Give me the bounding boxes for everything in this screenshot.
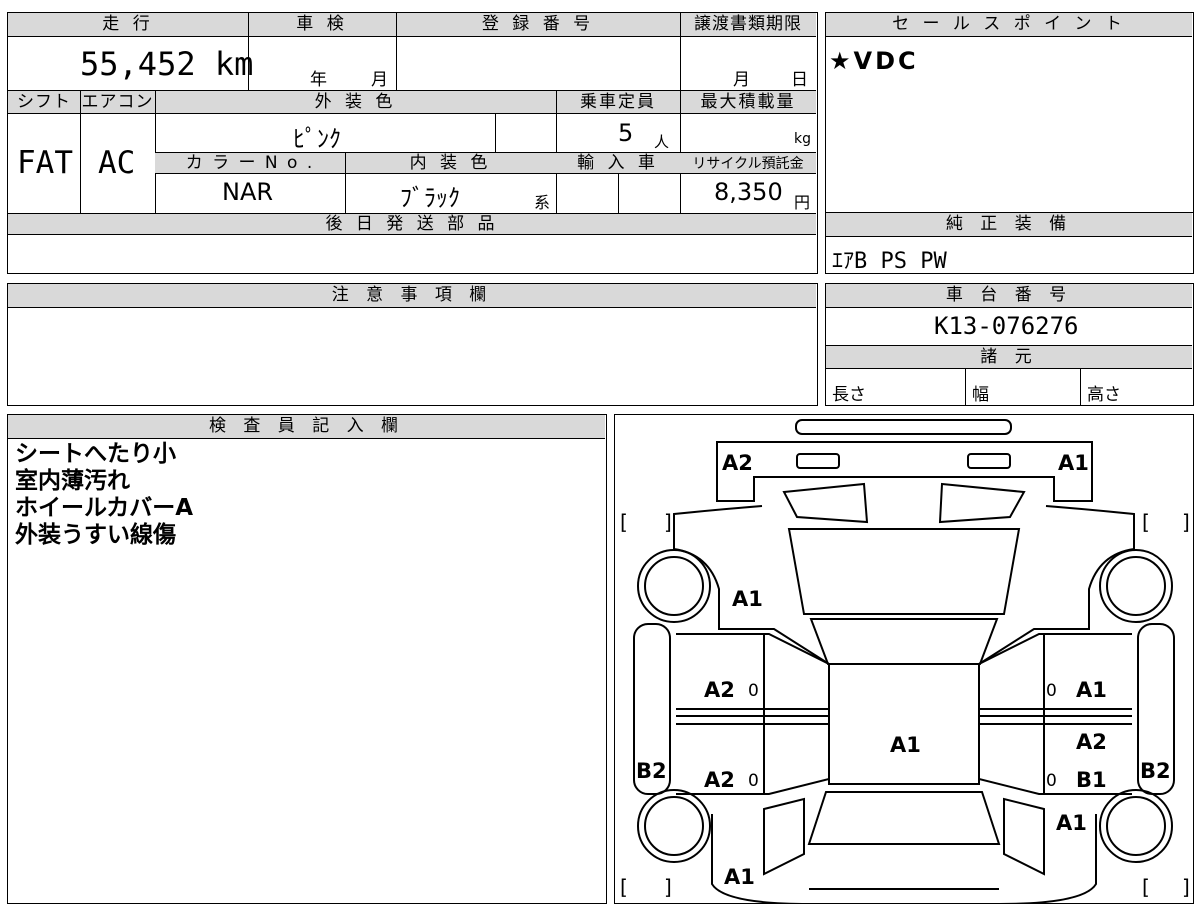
- car-diagram: [ ] [ ] [ ] [ ] A2 A1 A1 A2 0 A2 0 B2 A1…: [620, 419, 1190, 903]
- sales-point-label: セ ー ル ス ポ イ ン ト: [826, 13, 1192, 37]
- shift-label: シフト: [17, 92, 71, 112]
- color-no-label: カ ラ ー N o .: [185, 153, 315, 173]
- chassis-panel: 車 台 番 号 K13-076276 諸 元 長さ 幅 高さ: [825, 283, 1194, 406]
- specs-length: 長さ: [832, 385, 866, 405]
- inspector-panel: 検 査 員 記 入 欄 シートへたり小 室内薄汚れ ホイールカバーA 外装うすい…: [7, 414, 607, 904]
- aircon-value: AC: [98, 145, 136, 181]
- mark-front-right: A1: [1058, 451, 1089, 475]
- later-parts-label: 後 日 発 送 部 品: [325, 214, 499, 234]
- mark-left-rocker: B2: [636, 759, 667, 783]
- max-load-unit: kg: [794, 131, 811, 147]
- interior-color-label: 内 装 色: [409, 153, 492, 173]
- exterior-color-value: ﾋﾟﾝｸ: [293, 125, 341, 153]
- mark-right-rear-door: B1: [1076, 768, 1107, 792]
- color-no-value: NAR: [222, 178, 274, 206]
- interior-color-value: ﾌﾞﾗｯｸ: [400, 184, 460, 212]
- mileage-value: 55,452 km: [80, 45, 254, 83]
- sales-point-value: ★VDC: [829, 47, 919, 75]
- chassis-label: 車 台 番 号: [826, 284, 1192, 308]
- mark-left-rear-door: A2: [704, 768, 735, 792]
- specs-height: 高さ: [1087, 385, 1121, 405]
- mark-front-left: A2: [722, 451, 753, 475]
- genuine-equipment-value: ｴｱB PS PW: [832, 249, 947, 274]
- capacity-label: 乗車定員: [580, 92, 656, 112]
- specs-width: 幅: [972, 385, 989, 405]
- chassis-value: K13-076276: [934, 312, 1079, 340]
- inspector-line: シートへたり小: [15, 441, 176, 467]
- bracket-close: ]: [1182, 875, 1190, 899]
- mark-left-front-door-count: 0: [748, 681, 759, 701]
- bracket-close: ]: [1182, 510, 1190, 534]
- transfer-day: 日: [791, 70, 808, 90]
- inspection-label: 車 検: [296, 14, 348, 34]
- mark-roof: A1: [890, 733, 921, 757]
- notes-label: 注 意 事 項 欄: [8, 284, 816, 308]
- bracket-open: [: [1142, 510, 1150, 534]
- capacity-unit: 人: [654, 133, 670, 151]
- mark-right-rear-door-count: 0: [1046, 771, 1057, 791]
- vehicle-info-table: 走 行 車 検 登 録 番 号 譲渡書類期限 55,452 km 年 月 月 日…: [7, 12, 818, 274]
- mark-left-front-fender: A1: [732, 587, 763, 611]
- mark-left-front-door: A2: [704, 678, 735, 702]
- bracket-open: [: [620, 510, 628, 534]
- mark-right-front-door: A1: [1076, 678, 1107, 702]
- transfer-label: 譲渡書類期限: [694, 14, 802, 34]
- recycle-value: 8,350: [714, 178, 783, 206]
- inspector-label: 検 査 員 記 入 欄: [8, 415, 605, 439]
- sales-point-panel: セ ー ル ス ポ イ ン ト ★VDC: [825, 12, 1194, 213]
- bracket-open: [: [620, 875, 628, 899]
- capacity-value: 5: [618, 119, 634, 147]
- bracket-close: ]: [664, 510, 672, 534]
- inspection-month: 月: [371, 70, 388, 90]
- inspector-line: 外装うすい線傷: [15, 522, 176, 548]
- bracket-open: [: [1142, 875, 1150, 899]
- mark-right-rear-door-top: A2: [1076, 730, 1107, 754]
- mark-right-front-door-count: 0: [1046, 681, 1057, 701]
- recycle-unit: 円: [794, 193, 811, 212]
- registration-label: 登 録 番 号: [481, 14, 595, 34]
- bracket-close: ]: [664, 875, 672, 899]
- mark-right-rocker: B2: [1140, 759, 1171, 783]
- inspector-line: 室内薄汚れ: [15, 468, 130, 494]
- inspector-line: ホイールカバーA: [15, 495, 194, 521]
- inspector-lines: シートへたり小 室内薄汚れ ホイールカバーA 外装うすい線傷: [15, 441, 193, 549]
- mark-right-rear-fender: A1: [1056, 811, 1087, 835]
- car-diagram-panel: [ ] [ ] [ ] [ ] A2 A1 A1 A2 0 A2 0 B2 A1…: [614, 414, 1194, 904]
- notes-panel: 注 意 事 項 欄: [7, 283, 818, 406]
- recycle-label: リサイクル預託金: [692, 156, 804, 172]
- import-label: 輸 入 車: [577, 153, 659, 173]
- aircon-label: エアコン: [81, 92, 154, 112]
- mileage-label: 走 行: [102, 14, 154, 34]
- mark-left-rear-door-count: 0: [748, 771, 759, 791]
- shift-value: FAT: [17, 145, 73, 181]
- mark-rear: A1: [724, 865, 755, 889]
- exterior-color-label: 外 装 色: [314, 92, 397, 112]
- transfer-month: 月: [733, 70, 750, 90]
- max-load-label: 最大積載量: [700, 92, 796, 112]
- inspection-year: 年: [310, 70, 327, 90]
- genuine-equipment-panel: 純 正 装 備 ｴｱB PS PW: [825, 212, 1194, 274]
- genuine-equipment-label: 純 正 装 備: [826, 213, 1192, 237]
- specs-label: 諸 元: [980, 347, 1038, 367]
- interior-color-suffix: 系: [534, 193, 551, 212]
